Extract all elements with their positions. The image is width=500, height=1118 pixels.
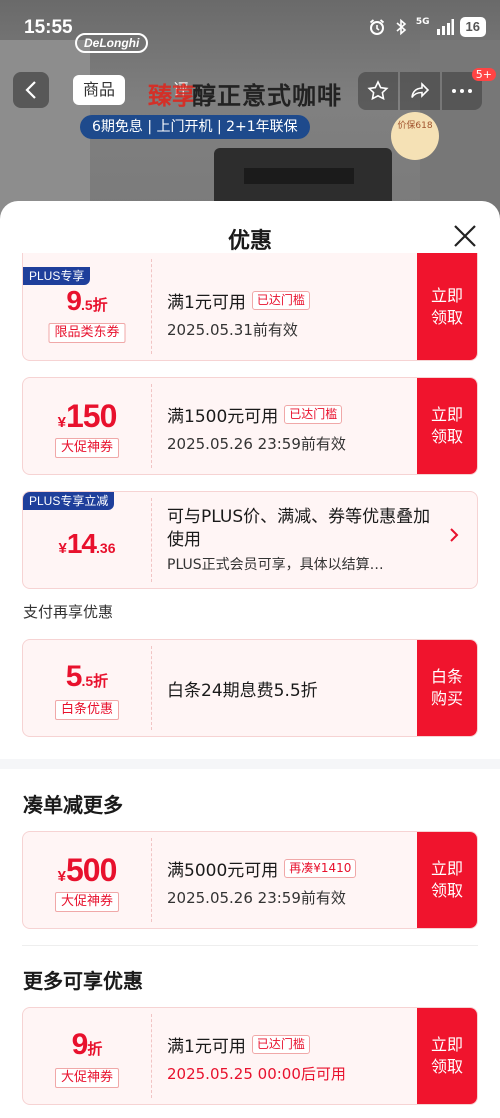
coupon-status: 已达门槛 bbox=[251, 1035, 310, 1054]
coupon-type: 大促神券 bbox=[54, 1068, 120, 1088]
coupon-card: 5.5折 白条优惠 白条24期息费5.5折 白条购买 bbox=[22, 639, 478, 737]
payment-section-label: 支付再享优惠 bbox=[23, 603, 114, 621]
message-badge: 5+ bbox=[471, 68, 496, 81]
hero-title: 醇正意式咖啡 bbox=[192, 82, 342, 110]
coupon-amount: 5 bbox=[65, 660, 83, 693]
coupon-status: 已达门槛 bbox=[251, 291, 310, 310]
hero-title-highlight: 臻享 bbox=[148, 82, 196, 110]
coupon-amount: 150 bbox=[65, 398, 117, 434]
close-button[interactable] bbox=[452, 223, 478, 249]
battery-level: 16 bbox=[459, 17, 486, 37]
coupon-condition: 白条24期息费5.5折 bbox=[167, 681, 318, 701]
coupon-value: 5.5折 白条优惠 bbox=[23, 640, 151, 736]
coupon-type: 大促神券 bbox=[54, 438, 120, 458]
coupon-amount-decimal: .36 bbox=[96, 540, 116, 556]
tab-product[interactable]: 商品 bbox=[73, 75, 126, 105]
coupon-condition: 可与PLUS价、满减、券等优惠叠加使用 bbox=[167, 507, 431, 550]
currency-symbol: ¥ bbox=[57, 868, 66, 885]
coupon-value: ¥500 大促神券 bbox=[23, 832, 151, 928]
coupon-type: 大促神券 bbox=[54, 892, 120, 912]
status-icons: 5G 16 bbox=[368, 17, 486, 37]
chevron-right-icon bbox=[449, 524, 459, 549]
coupon-unit: 折 bbox=[92, 297, 108, 314]
claim-button[interactable]: 立即领取 bbox=[417, 832, 477, 928]
coupon-amount: 9 bbox=[66, 285, 82, 316]
offers-sheet: 优惠 PLUS专享 9.5折 限品类东券 满1元可用 已达门槛 2025.05.… bbox=[0, 201, 500, 1118]
star-icon bbox=[367, 80, 389, 101]
status-time: 15:55 bbox=[24, 17, 73, 38]
coupon-value: ¥14.36 bbox=[23, 492, 151, 588]
signal-icon bbox=[436, 18, 454, 36]
coupon-validity: 2025.05.25 00:00后可用 bbox=[167, 1065, 346, 1083]
coupon-status: 已达门槛 bbox=[284, 405, 343, 424]
coupon-card: ¥500 大促神券 满5000元可用 再凑¥1410 2025.05.26 23… bbox=[22, 831, 478, 929]
coupon-amount-decimal: .5 bbox=[80, 297, 93, 313]
coupon-condition: 满1500元可用 bbox=[167, 407, 279, 427]
coupon-card: 9折 大促神券 满1元可用 已达门槛 2025.05.25 00:00后可用 立… bbox=[22, 1007, 478, 1105]
claim-button[interactable]: 立即领取 bbox=[417, 1008, 477, 1104]
hero-tags: 6期免息 | 上门开机 | 2+1年联保 bbox=[80, 115, 310, 139]
coupon-amount-decimal: .5 bbox=[81, 673, 94, 689]
coupon-validity: 2025.05.26 23:59前有效 bbox=[167, 889, 346, 907]
coupon-value: ¥150 大促神券 bbox=[23, 378, 151, 474]
price-guard-badge: 价保618 bbox=[391, 112, 439, 160]
product-page-background: 15:55 DeLonghi 5G 16 商品 评 臻享 醇正意式咖啡 5+ 6… bbox=[0, 0, 500, 230]
share-button[interactable] bbox=[400, 72, 440, 110]
more-section-title: 更多可享优惠 bbox=[23, 969, 143, 993]
coupon-validity: 2025.05.26 23:59前有效 bbox=[167, 435, 346, 453]
currency-symbol: ¥ bbox=[57, 414, 66, 431]
coupon-card: ¥150 大促神券 满1500元可用 已达门槛 2025.05.26 23:59… bbox=[22, 377, 478, 475]
claim-button[interactable]: 立即领取 bbox=[417, 253, 477, 360]
claim-button[interactable]: 立即领取 bbox=[417, 378, 477, 474]
coupon-subtext: PLUS正式会员可享，具体以结算… bbox=[167, 557, 384, 573]
coupon-amount: 500 bbox=[65, 852, 117, 888]
favorite-button[interactable] bbox=[358, 72, 398, 110]
sheet-title: 优惠 bbox=[227, 229, 272, 254]
coupon-condition: 满5000元可用 bbox=[167, 861, 279, 881]
coupon-type: 白条优惠 bbox=[54, 700, 120, 720]
coupon-unit: 折 bbox=[93, 673, 109, 690]
more-dots-icon bbox=[452, 89, 472, 93]
coupon-card: PLUS专享 9.5折 限品类东券 满1元可用 已达门槛 2025.05.31前… bbox=[22, 253, 478, 361]
coupon-amount: 9 bbox=[71, 1028, 89, 1061]
share-icon bbox=[411, 82, 430, 98]
brand-logo: DeLonghi bbox=[75, 33, 149, 53]
alarm-icon bbox=[368, 18, 386, 36]
baitiao-buy-button[interactable]: 白条购买 bbox=[417, 640, 477, 736]
coupon-value: 9.5折 限品类东券 bbox=[23, 253, 151, 360]
bundle-section-title: 凑单减更多 bbox=[23, 793, 123, 817]
coupon-unit: 折 bbox=[87, 1041, 103, 1058]
bluetooth-icon bbox=[392, 18, 410, 36]
nav-actions bbox=[358, 72, 482, 110]
status-bar: 15:55 DeLonghi 5G 16 bbox=[0, 0, 500, 56]
coupon-amount: 14 bbox=[66, 528, 97, 559]
currency-symbol: ¥ bbox=[58, 540, 67, 557]
coupon-type: 限品类东券 bbox=[48, 323, 126, 343]
plus-discount-card[interactable]: PLUS专享立减 ¥14.36 可与PLUS价、满减、券等优惠叠加使用 PLUS… bbox=[22, 491, 478, 589]
close-icon bbox=[454, 225, 476, 247]
coupon-validity: 2025.05.31前有效 bbox=[167, 321, 298, 339]
chevron-left-icon bbox=[25, 81, 36, 99]
network-type: 5G bbox=[415, 17, 430, 27]
back-button[interactable] bbox=[13, 72, 49, 108]
coupon-condition: 满1元可用 bbox=[167, 1037, 246, 1057]
coupon-value: 9折 大促神券 bbox=[23, 1008, 151, 1104]
coupon-status: 再凑¥1410 bbox=[284, 859, 357, 878]
coupon-condition: 满1元可用 bbox=[167, 293, 246, 313]
